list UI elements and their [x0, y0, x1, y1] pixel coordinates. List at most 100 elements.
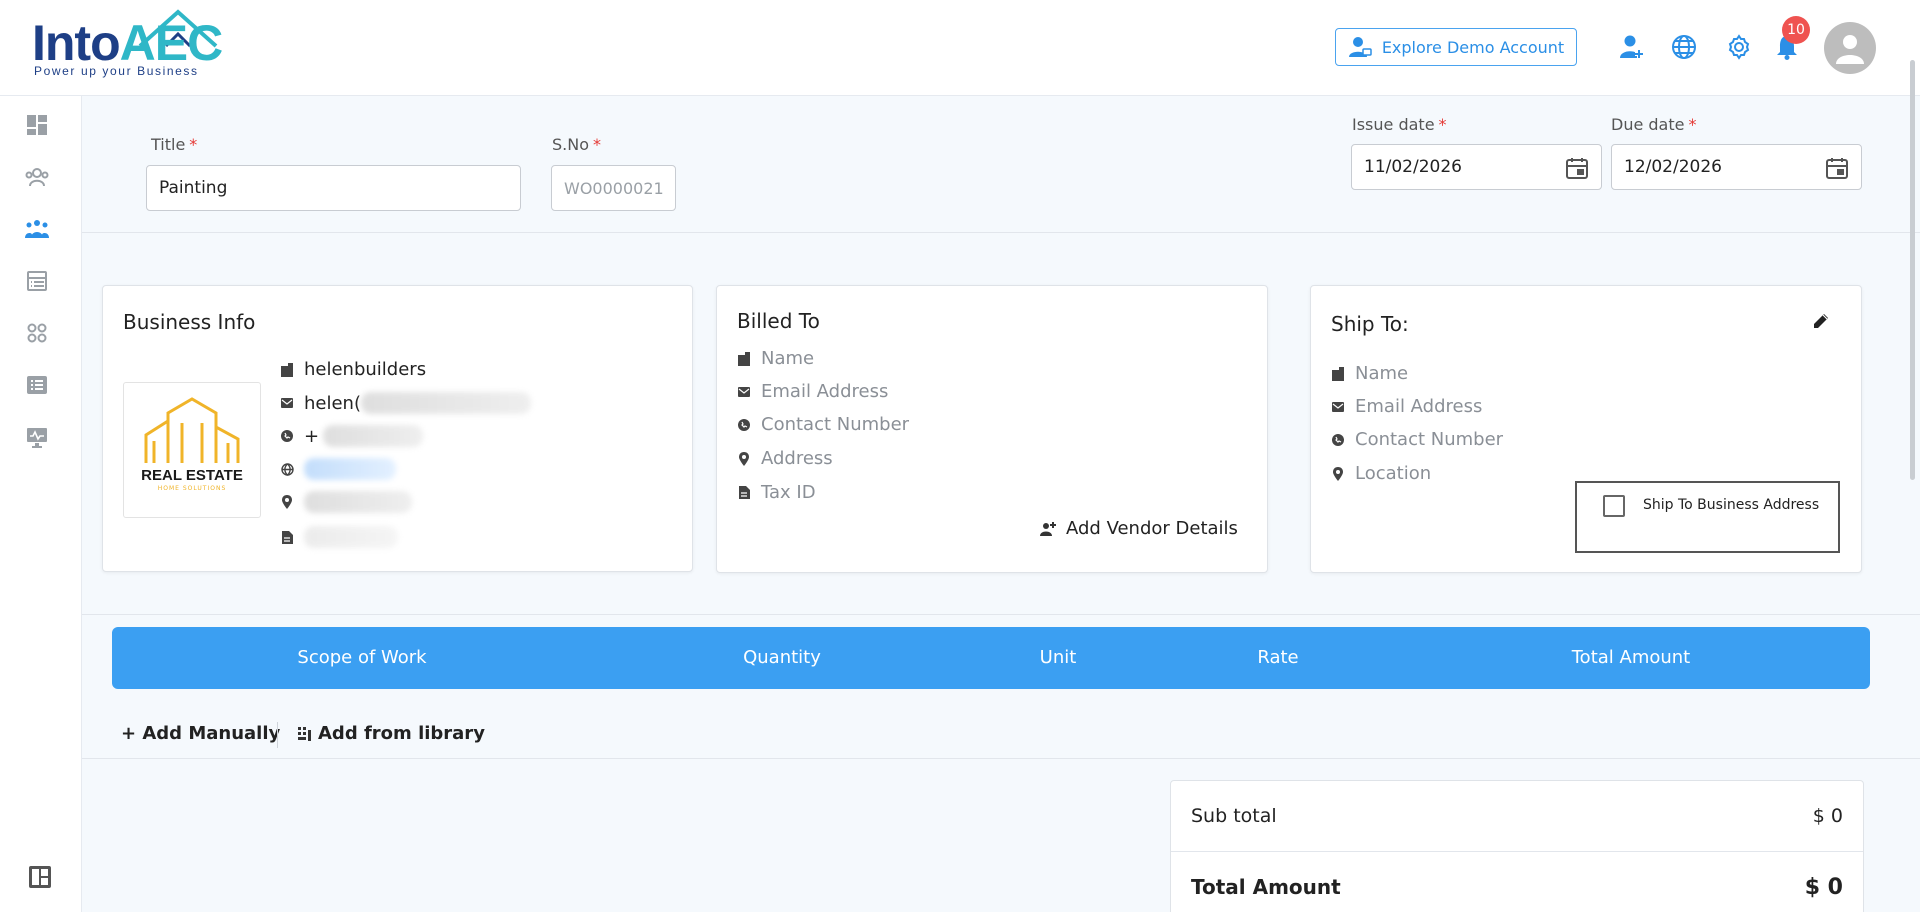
- title-input[interactable]: Painting: [146, 165, 521, 211]
- billed-tax-row: Tax ID: [737, 482, 816, 503]
- document-icon: [280, 530, 294, 544]
- logo-tagline: Power up your Business: [34, 64, 199, 78]
- total-amount-row: Total Amount $ 0: [1171, 852, 1863, 912]
- list-icon[interactable]: [24, 372, 50, 398]
- billed-email-row: Email Address: [737, 381, 888, 402]
- phone-icon: [1331, 433, 1345, 447]
- page-scrollbar[interactable]: [1910, 60, 1915, 480]
- business-tax-row: [280, 526, 398, 548]
- business-email: helen(: [304, 392, 361, 414]
- business-email-row: helen(: [280, 392, 531, 414]
- location-icon: [280, 495, 294, 509]
- due-date-input[interactable]: 12/02/2026: [1611, 144, 1862, 190]
- blurred-tax-id: [304, 526, 398, 548]
- explore-demo-button[interactable]: Explore Demo Account: [1335, 28, 1577, 66]
- email-icon: [737, 385, 751, 399]
- blurred-phone: [323, 425, 424, 447]
- ship-to-business-address-box: Ship To Business Address: [1575, 481, 1840, 553]
- billed-name: Name: [761, 348, 815, 369]
- team-icon[interactable]: [24, 216, 50, 242]
- billed-address-row: Address: [737, 448, 833, 469]
- billed-address: Address: [761, 448, 833, 469]
- business-address-row: [280, 491, 412, 513]
- user-avatar[interactable]: [1824, 22, 1876, 74]
- section-divider: [82, 614, 1920, 615]
- billed-email: Email Address: [761, 381, 889, 402]
- column-total-amount: Total Amount: [1571, 647, 1691, 668]
- gear-icon[interactable]: [1724, 32, 1754, 62]
- subtotal-label: Sub total: [1191, 805, 1277, 827]
- business-phone-row: +: [280, 425, 424, 447]
- sno-input[interactable]: WO0000021: [551, 165, 676, 211]
- dashboard-icon[interactable]: [24, 112, 50, 138]
- business-website-row: [280, 458, 396, 480]
- email-icon: [1331, 400, 1345, 414]
- ship-email-row: Email Address: [1331, 396, 1482, 417]
- add-vendor-label: Add Vendor Details: [1066, 518, 1238, 539]
- website-icon: [280, 462, 294, 476]
- ship-location-row: Location: [1331, 463, 1431, 484]
- building-icon: [737, 351, 751, 366]
- sno-label: S.No *: [552, 135, 601, 154]
- ship-name-row: Name: [1331, 363, 1408, 384]
- add-from-library-button[interactable]: Add from library: [298, 723, 485, 744]
- ship-contact: Contact Number: [1355, 429, 1504, 450]
- ship-to-business-checkbox[interactable]: [1603, 495, 1625, 517]
- add-manually-button[interactable]: + Add Manually: [121, 723, 280, 744]
- ship-to-business-label: Ship To Business Address: [1643, 497, 1820, 513]
- add-vendor-details-button[interactable]: Add Vendor Details: [1040, 518, 1238, 539]
- column-rate: Rate: [1257, 647, 1299, 668]
- ship-location: Location: [1355, 463, 1432, 484]
- billed-tax: Tax ID: [761, 482, 816, 503]
- ship-email: Email Address: [1355, 396, 1483, 417]
- due-date-value: 12/02/2026: [1624, 157, 1722, 177]
- layout-icon[interactable]: [27, 864, 53, 890]
- due-date-label: Due date *: [1611, 115, 1697, 134]
- billed-contact-row: Contact Number: [737, 414, 909, 435]
- total-amount-label: Total Amount: [1191, 875, 1341, 899]
- issue-date-input[interactable]: 11/02/2026: [1351, 144, 1602, 190]
- issue-date-label: Issue date *: [1352, 115, 1447, 134]
- avatar-icon: [1836, 35, 1864, 64]
- calendar-icon[interactable]: [1565, 156, 1589, 185]
- building-icon: [280, 362, 294, 377]
- monitor-icon[interactable]: [24, 424, 50, 450]
- items-table-header: Scope of Work Quantity Unit Rate Total A…: [112, 627, 1870, 689]
- billed-to-heading: Billed To: [737, 309, 820, 333]
- billed-name-row: Name: [737, 348, 814, 369]
- section-divider: [82, 758, 1920, 759]
- business-name-row: helenbuilders: [280, 359, 426, 380]
- store-icon[interactable]: [24, 268, 50, 294]
- modules-icon[interactable]: [24, 320, 50, 346]
- calendar-icon[interactable]: [1825, 156, 1849, 185]
- explore-demo-label: Explore Demo Account: [1381, 37, 1565, 57]
- add-user-icon[interactable]: [1617, 32, 1647, 62]
- logo-title-text: REAL ESTATE: [141, 467, 243, 484]
- clients-icon[interactable]: [24, 164, 50, 190]
- logo-into-text: Into: [32, 15, 121, 71]
- real-estate-logo-image: [144, 397, 240, 463]
- blurred-website: [304, 458, 396, 480]
- email-icon: [280, 396, 294, 410]
- business-name: helenbuilders: [304, 359, 427, 380]
- ship-contact-row: Contact Number: [1331, 429, 1503, 450]
- globe-icon[interactable]: [1669, 32, 1699, 62]
- top-header: IntoAEC Power up your Business Explore D…: [0, 0, 1920, 96]
- location-icon: [737, 451, 751, 466]
- column-unit: Unit: [1039, 647, 1077, 668]
- sidebar: [0, 96, 82, 912]
- issue-date-value: 11/02/2026: [1364, 157, 1462, 177]
- business-logo: REAL ESTATE HOME SOLUTIONS: [123, 382, 261, 518]
- ship-name: Name: [1355, 363, 1409, 384]
- total-amount-value: $ 0: [1804, 874, 1843, 900]
- pencil-edit-icon[interactable]: [1812, 312, 1830, 334]
- column-scope-of-work: Scope of Work: [297, 647, 427, 668]
- app-logo[interactable]: IntoAEC Power up your Business: [32, 8, 223, 80]
- totals-panel: Sub total $ 0 Total Amount $ 0: [1170, 780, 1864, 912]
- billed-contact: Contact Number: [761, 414, 910, 435]
- add-from-library-label: Add from library: [318, 723, 485, 744]
- location-icon: [1331, 466, 1345, 481]
- subtotal-value: $ 0: [1812, 805, 1843, 827]
- column-quantity: Quantity: [743, 647, 821, 668]
- business-phone: +: [304, 425, 320, 447]
